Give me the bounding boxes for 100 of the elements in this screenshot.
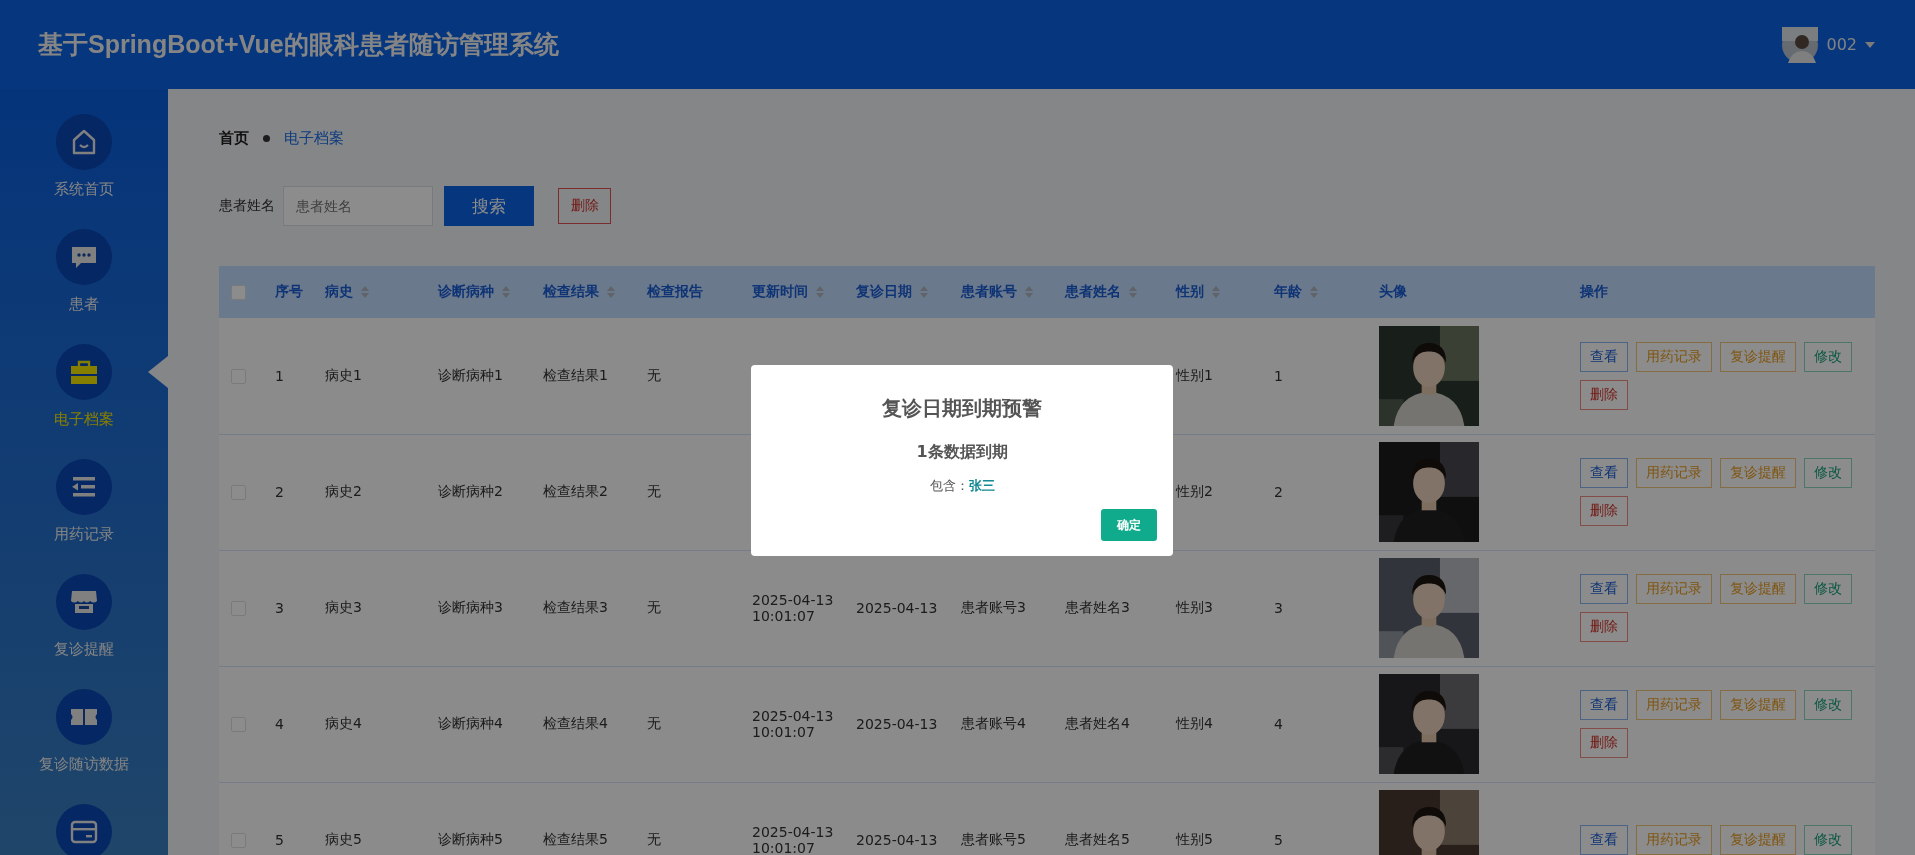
column-header[interactable]: 病史 — [325, 283, 353, 301]
action-button[interactable]: 复诊提醒 — [1720, 458, 1796, 488]
nav-icon-circle[interactable] — [56, 574, 112, 630]
table-cell: 病史3 — [325, 599, 362, 617]
action-button[interactable]: 复诊提醒 — [1720, 341, 1796, 372]
table-cell: 患者姓名3 — [1065, 599, 1130, 617]
table-cell: 无 — [647, 715, 661, 733]
edit-button[interactable]: 修改 — [1804, 690, 1852, 720]
edit-button[interactable]: 修改 — [1804, 458, 1852, 488]
delete-button[interactable]: 删除 — [1580, 496, 1628, 526]
nav-item-label[interactable]: 患者 — [69, 295, 99, 314]
column-header[interactable]: 诊断病种 — [438, 283, 494, 301]
search-field[interactable]: 患者姓名 — [283, 186, 433, 226]
column-header[interactable]: 检查报告 — [647, 283, 703, 301]
table-cell: 2025-04-13 — [856, 832, 938, 848]
table-cell: 患者姓名5 — [1065, 831, 1130, 849]
table-cell: 患者账号5 — [961, 831, 1026, 849]
action-button[interactable]: 复诊提醒 — [1720, 825, 1796, 855]
active-pointer — [148, 356, 168, 388]
column-header[interactable]: 患者姓名 — [1065, 283, 1121, 301]
nav-icon-circle[interactable] — [56, 689, 112, 745]
breadcrumb-item[interactable]: 电子档案 — [284, 128, 344, 148]
breadcrumb-item[interactable]: 首页 — [219, 128, 249, 148]
nav-item-label[interactable]: 复诊提醒 — [54, 640, 114, 659]
view-button[interactable]: 查看 — [1580, 341, 1628, 372]
table-cell: 3 — [1274, 600, 1283, 616]
table-cell: 诊断病种2 — [438, 483, 503, 501]
table-cell: 检查结果2 — [543, 483, 608, 501]
nav-item-label[interactable]: 复诊随访数据 — [39, 755, 129, 774]
column-header[interactable]: 操作 — [1580, 283, 1608, 301]
nav-icon-circle[interactable] — [56, 229, 112, 285]
view-button[interactable]: 查看 — [1580, 690, 1628, 720]
table-cell: 无 — [647, 599, 661, 617]
column-header[interactable]: 复诊日期 — [856, 283, 912, 301]
nav-icon-circle[interactable] — [56, 804, 112, 855]
column-header[interactable]: 更新时间 — [752, 283, 808, 301]
checkbox[interactable] — [231, 285, 246, 301]
detail-label: 包含： — [929, 478, 969, 493]
table-cell: 检查结果4 — [543, 715, 608, 733]
table-cell: 5 — [1274, 832, 1283, 848]
table-cell: 病史2 — [325, 483, 362, 501]
table-cell-text: 2025-04-13 10:01:07 — [752, 592, 835, 624]
view-button[interactable]: 查看 — [1580, 458, 1628, 488]
dialog-title: 复诊日期到期预警 — [882, 395, 1042, 422]
action-button[interactable]: 复诊提醒 — [1720, 574, 1796, 604]
column-header[interactable]: 性别 — [1176, 283, 1204, 301]
edit-button[interactable]: 修改 — [1804, 574, 1852, 604]
action-button[interactable]: 用药记录 — [1636, 690, 1712, 720]
edit-button[interactable]: 修改 — [1804, 341, 1852, 372]
nav-item-label[interactable]: 用药记录 — [54, 525, 114, 544]
table-cell: 1 — [1274, 367, 1283, 384]
nav-icon-circle[interactable] — [56, 114, 112, 170]
table-cell: 无 — [647, 483, 661, 501]
action-button[interactable]: 用药记录 — [1636, 825, 1712, 855]
nav-item-label[interactable]: 系统首页 — [54, 180, 114, 199]
column-header[interactable]: 年龄 — [1274, 283, 1302, 301]
view-button[interactable]: 查看 — [1580, 825, 1628, 855]
table-cell: 2025-04-13 — [856, 716, 938, 732]
column-header[interactable]: 检查结果 — [543, 283, 599, 301]
action-button[interactable]: 用药记录 — [1636, 341, 1712, 372]
field-label: 患者姓名 — [219, 197, 275, 215]
nav-icon-circle[interactable] — [56, 459, 112, 515]
confirm-button[interactable]: 确定 — [1101, 509, 1157, 541]
action-button[interactable]: 复诊提醒 — [1720, 690, 1796, 720]
user-name[interactable]: 002 — [1826, 35, 1857, 54]
delete-button[interactable]: 删除 — [1580, 612, 1628, 642]
table-cell: 2025-04-13 — [856, 600, 938, 616]
action-button[interactable]: 用药记录 — [1636, 574, 1712, 604]
table-cell-text: 2025-04-13 10:01:07 — [752, 824, 835, 855]
action-button[interactable]: 用药记录 — [1636, 458, 1712, 488]
table-cell: 无 — [647, 366, 661, 385]
view-button[interactable]: 查看 — [1580, 574, 1628, 604]
table-cell: 性别5 — [1176, 831, 1213, 849]
column-header[interactable]: 患者账号 — [961, 283, 1017, 301]
app-title: 基于SpringBoot+Vue的眼科患者随访管理系统 — [38, 29, 559, 60]
delete-button[interactable]: 删除 — [558, 188, 611, 224]
column-header[interactable]: 头像 — [1379, 283, 1407, 301]
table-cell: 检查结果3 — [543, 599, 608, 617]
delete-button[interactable]: 删除 — [1580, 728, 1628, 758]
table-cell: 3 — [275, 600, 284, 616]
edit-button[interactable]: 修改 — [1804, 825, 1852, 855]
nav-icon-circle[interactable] — [56, 344, 112, 400]
table-cell: 患者账号3 — [961, 599, 1026, 617]
table-cell: 性别2 — [1176, 483, 1213, 501]
table-cell: 2 — [275, 484, 284, 500]
table-cell: 5 — [275, 832, 284, 848]
column-header[interactable]: 序号 — [275, 283, 303, 301]
patient-name: 张三 — [968, 478, 995, 493]
search-button[interactable]: 搜索 — [444, 186, 534, 226]
table-cell: 患者账号4 — [961, 715, 1026, 733]
nav-item-label[interactable]: 电子档案 — [54, 410, 114, 429]
delete-button[interactable]: 删除 — [1580, 379, 1628, 410]
table-cell: 无 — [647, 831, 661, 849]
table-cell: 检查结果5 — [543, 831, 608, 849]
separator-dot — [263, 134, 270, 142]
table-cell: 病史1 — [325, 366, 362, 385]
table-cell: 诊断病种3 — [438, 599, 503, 617]
table-cell: 诊断病种5 — [438, 831, 503, 849]
table-cell: 检查结果1 — [543, 366, 608, 385]
table-cell: 1 — [275, 367, 284, 384]
